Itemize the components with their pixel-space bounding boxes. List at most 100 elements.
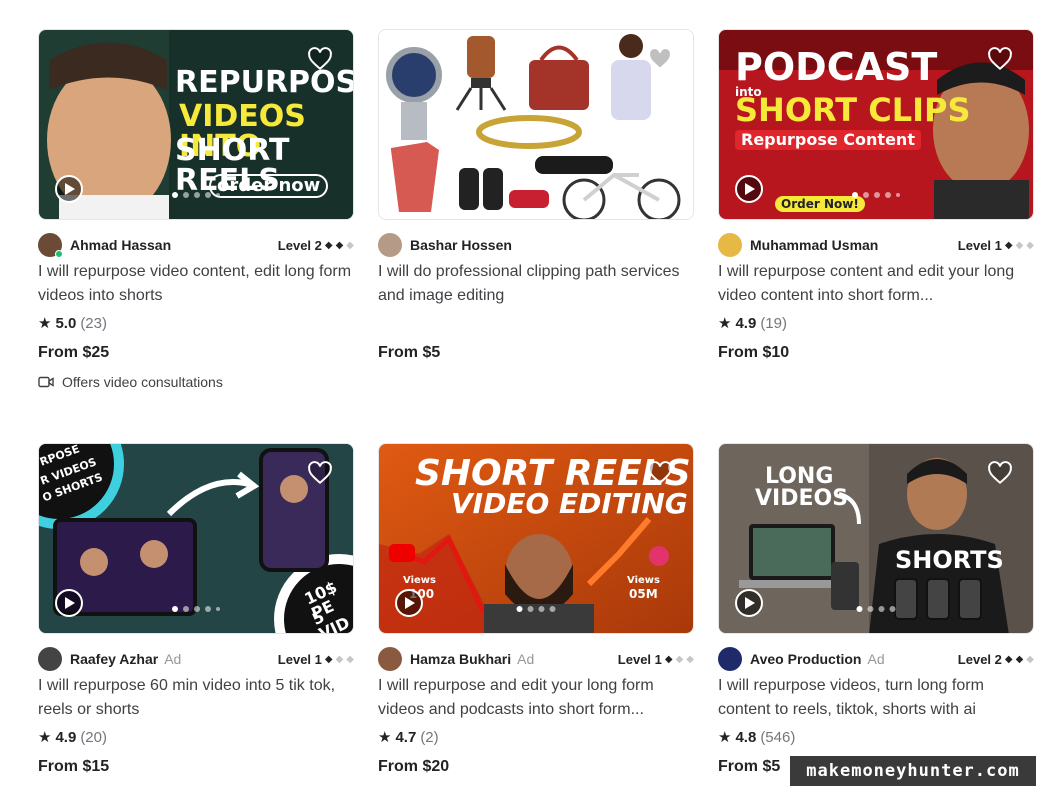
seller-name[interactable]: Bashar Hossen — [410, 237, 512, 253]
carousel-dot[interactable] — [538, 606, 545, 612]
level-diamond-icon: ◆ — [664, 653, 673, 665]
thumb-caption-4: Repurpose Content — [735, 130, 921, 150]
star-icon: ★ — [38, 729, 52, 746]
seller-name[interactable]: Raafey Azhar — [70, 651, 158, 667]
avatar[interactable] — [38, 647, 62, 671]
seller-level-label: Level 1 — [617, 651, 662, 667]
carousel-dot[interactable] — [863, 192, 869, 198]
seller-name[interactable]: Muhammad Usman — [750, 237, 878, 253]
carousel-dot[interactable] — [183, 192, 189, 198]
gig-card[interactable]: SHORT REELS VIDEO EDITING Views 100 View… — [378, 443, 694, 776]
seller-name[interactable]: Ahmad Hassan — [70, 237, 171, 253]
gig-card[interactable]: REPURPOSE VIDEOS INTO SHORT REELS order … — [38, 29, 354, 390]
favorite-heart-icon[interactable] — [307, 460, 333, 486]
carousel-dots — [172, 606, 220, 612]
level-diamond-icon: ◆ — [324, 239, 333, 251]
carousel-dot[interactable] — [205, 192, 211, 198]
rating-value: 4.7 — [395, 728, 417, 746]
avatar[interactable] — [38, 233, 63, 258]
level-diamond-icon: ◆ — [324, 653, 333, 665]
seller-row: Muhammad Usman Level 1 ◆ ◆ ◆ — [718, 233, 1034, 257]
seller-level: Level 1 ◆ ◆ ◆ — [278, 652, 354, 667]
gig-card[interactable]: RPOSE R VIDEOS O SHORTS 10$ PE 5 VID Raa… — [38, 443, 354, 776]
gig-title[interactable]: I will repurpose content and edit your l… — [718, 260, 1034, 308]
carousel-dot[interactable] — [183, 606, 189, 612]
level-diamond-icon: ◆ — [1026, 653, 1034, 665]
level-diamond-icon: ◆ — [335, 239, 344, 251]
carousel-dot[interactable] — [216, 193, 220, 197]
thumb-caption-1: REPURPOSE — [175, 65, 353, 100]
carousel-dot[interactable] — [216, 607, 220, 611]
watermark: makemoneyhunter.com — [790, 756, 1036, 786]
carousel-dot[interactable] — [856, 606, 863, 612]
rating: ★ 4.7 (2) — [378, 728, 694, 747]
favorite-heart-icon[interactable] — [987, 46, 1013, 72]
play-video-button[interactable] — [395, 589, 423, 617]
play-video-button[interactable] — [55, 175, 83, 203]
gig-title[interactable]: I will repurpose 60 min video into 5 tik… — [38, 674, 354, 722]
carousel-dot[interactable] — [867, 606, 874, 612]
avatar[interactable] — [718, 233, 742, 257]
gig-card[interactable]: PODCAST into SHORT CLIPS Repurpose Conte… — [718, 29, 1034, 362]
gig-title[interactable]: I will repurpose video content, edit lon… — [38, 260, 354, 308]
carousel-dot[interactable] — [874, 192, 880, 198]
gig-thumbnail[interactable]: PODCAST into SHORT CLIPS Repurpose Conte… — [718, 29, 1034, 220]
carousel-dot[interactable] — [549, 606, 556, 612]
gig-thumbnail[interactable]: REPURPOSE VIDEOS INTO SHORT REELS order … — [38, 29, 354, 220]
gig-thumbnail[interactable]: RPOSE R VIDEOS O SHORTS 10$ PE 5 VID — [38, 443, 354, 634]
carousel-dot[interactable] — [889, 606, 896, 612]
review-count: (2) — [420, 728, 439, 746]
video-camera-icon — [38, 376, 54, 388]
gig-price: From $5 — [378, 344, 441, 361]
play-video-button[interactable] — [735, 175, 763, 203]
carousel-dots — [516, 606, 556, 612]
seller-level: Level 1 ◆ ◆ ◆ — [618, 652, 694, 667]
gig-title[interactable]: I will repurpose videos, turn long form … — [718, 674, 1034, 722]
gig-thumbnail[interactable]: LONG VIDEOS SHORTS — [718, 443, 1034, 634]
review-count: (23) — [80, 314, 107, 332]
play-video-button[interactable] — [55, 589, 83, 617]
carousel-dots — [856, 606, 896, 612]
carousel-dot[interactable] — [194, 192, 200, 198]
carousel-dot[interactable] — [172, 192, 178, 198]
thumb-caption-2: VIDEO EDITING — [451, 487, 688, 520]
favorite-heart-icon[interactable] — [987, 460, 1013, 486]
gig-price: From $25 — [38, 344, 110, 361]
level-diamond-icon: ◆ — [1026, 239, 1034, 251]
gig-thumbnail[interactable]: SHORT REELS VIDEO EDITING Views 100 View… — [378, 443, 694, 634]
gig-thumbnail[interactable] — [378, 29, 694, 220]
favorite-heart-icon[interactable] — [307, 46, 333, 72]
carousel-dot[interactable] — [896, 193, 900, 197]
thumb-caption-3: SHORT CLIPS — [735, 91, 971, 129]
level-diamond-icon: ◆ — [1004, 653, 1013, 665]
seller-name[interactable]: Aveo Production — [750, 651, 862, 667]
carousel-dot[interactable] — [172, 606, 178, 612]
thumb-caption-5: Views — [627, 575, 660, 586]
level-diamond-icon: ◆ — [686, 653, 694, 665]
carousel-dot[interactable] — [516, 606, 523, 612]
seller-name[interactable]: Hamza Bukhari — [410, 651, 511, 667]
rating: ★ 4.9 (20) — [38, 728, 354, 747]
carousel-dots — [852, 192, 900, 198]
carousel-dot[interactable] — [205, 606, 211, 612]
seller-row: Ahmad Hassan Level 2 ◆ ◆ ◆ — [38, 233, 354, 258]
thumb-caption-1: LONG — [765, 464, 834, 489]
favorite-heart-icon[interactable] — [647, 460, 673, 486]
play-video-button[interactable] — [735, 589, 763, 617]
level-diamond-icon: ◆ — [346, 653, 354, 665]
carousel-dot[interactable] — [194, 606, 200, 612]
favorite-heart-icon[interactable] — [647, 46, 673, 72]
gig-card[interactable]: Bashar Hossen I will do professional cli… — [378, 29, 694, 362]
avatar[interactable] — [718, 647, 742, 671]
carousel-dot[interactable] — [527, 606, 534, 612]
thumb-caption-3: SHORTS — [895, 546, 1004, 574]
gig-title[interactable]: I will repurpose and edit your long form… — [378, 674, 694, 722]
carousel-dot[interactable] — [878, 606, 885, 612]
carousel-dot[interactable] — [852, 192, 858, 198]
gig-title[interactable]: I will do professional clipping path ser… — [378, 260, 694, 308]
avatar[interactable] — [378, 233, 402, 257]
gig-card[interactable]: LONG VIDEOS SHORTS Aveo Production Ad Le… — [718, 443, 1034, 776]
carousel-dot[interactable] — [885, 192, 891, 198]
avatar[interactable] — [378, 647, 402, 671]
seller-row: Hamza Bukhari Ad Level 1 ◆ ◆ ◆ — [378, 647, 694, 671]
